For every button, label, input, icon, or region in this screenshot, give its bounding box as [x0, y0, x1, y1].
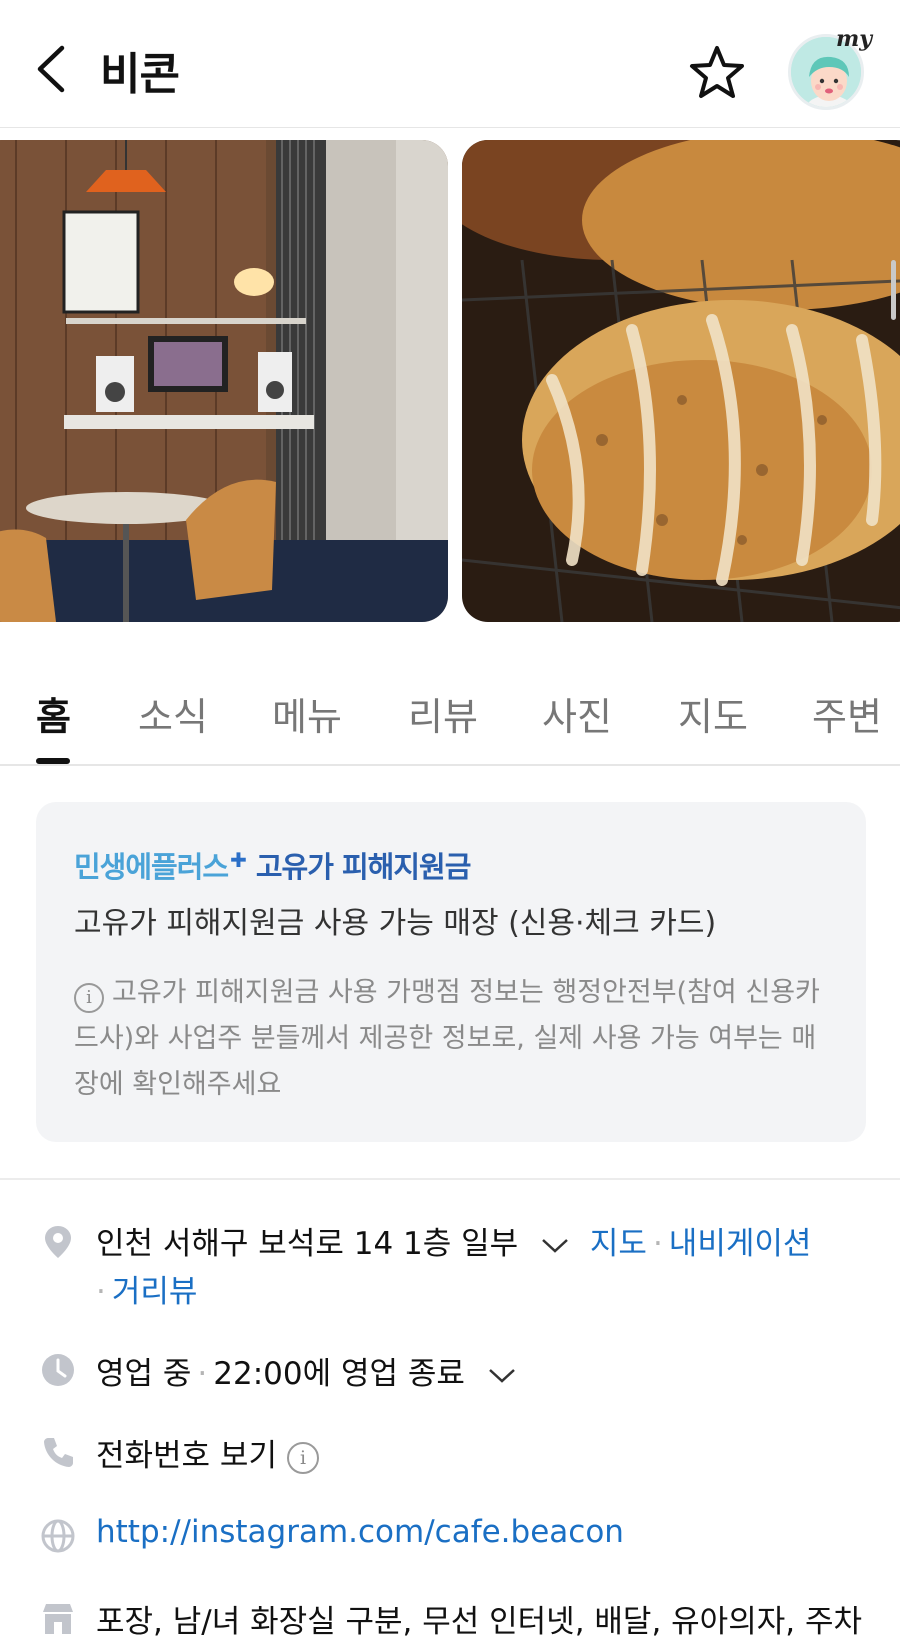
phone-icon: [44, 1438, 73, 1467]
separator-dot: ·: [96, 1274, 106, 1310]
brand-logo: 민생에플러스 ✚ 고유가 피해지원금: [74, 848, 471, 884]
closing-time: 22:00에 영업 종료: [213, 1356, 465, 1392]
chevron-left-icon[interactable]: [30, 42, 74, 96]
profile-avatar-button[interactable]: my: [788, 26, 872, 114]
scrollbar[interactable]: [891, 260, 896, 320]
tab-reviews[interactable]: 리뷰: [408, 686, 478, 741]
amenities-text: 포장, 남/녀 화장실 구분, 무선 인터넷, 배달, 유아의자, 주차: [96, 1604, 862, 1640]
chevron-down-icon[interactable]: [487, 1367, 517, 1385]
clock-icon: [42, 1354, 74, 1386]
page-title: 비콘: [100, 49, 180, 100]
address-text: 인천 서해구 보석로 14 1층 일부: [96, 1226, 519, 1262]
scone-pastry-photo[interactable]: [462, 140, 900, 622]
tab-news[interactable]: 소식: [138, 686, 208, 741]
tab-menu[interactable]: 메뉴: [272, 686, 342, 741]
my-badge: my: [835, 26, 872, 52]
location-pin-icon: [45, 1226, 71, 1258]
open-status: 영업 중: [96, 1356, 192, 1392]
navigation-link[interactable]: 내비게이션: [669, 1226, 812, 1262]
globe-icon: [41, 1519, 75, 1553]
tab-home[interactable]: 홈: [36, 686, 71, 741]
card-subtitle: 고유가 피해지원금 사용 가능 매장 (신용·체크 카드): [74, 906, 717, 941]
tab-bar: 홈 소식 메뉴 리뷰 사진 지도 주변: [0, 660, 900, 766]
top-bar: 비콘 my: [0, 0, 900, 128]
photo-carousel[interactable]: [0, 140, 900, 622]
info-icon[interactable]: i: [286, 1442, 319, 1474]
active-tab-indicator: [36, 758, 70, 764]
info-icon: i: [74, 983, 104, 1013]
support-fund-card[interactable]: 민생에플러스 ✚ 고유가 피해지원금 고유가 피해지원금 사용 가능 매장 (신용·…: [36, 802, 866, 1142]
street-view-link[interactable]: 거리뷰: [112, 1274, 198, 1310]
plus-icon: ✚: [230, 848, 247, 872]
website-link[interactable]: http://instagram.com/cafe.beacon: [96, 1514, 624, 1550]
tab-photos[interactable]: 사진: [542, 686, 612, 741]
map-link[interactable]: 지도: [590, 1226, 647, 1262]
divider: [0, 1178, 900, 1180]
separator-dot: ·: [652, 1226, 663, 1262]
chevron-down-icon[interactable]: [540, 1237, 570, 1255]
tab-nearby[interactable]: 주변: [812, 686, 882, 741]
phone-reveal-link[interactable]: 전화번호 보기: [96, 1438, 277, 1474]
star-icon[interactable]: [688, 44, 746, 102]
store-icon: [43, 1604, 73, 1634]
separator-dot: ·: [197, 1356, 208, 1392]
tab-map[interactable]: 지도: [678, 686, 748, 741]
cafe-interior-photo[interactable]: [0, 140, 448, 622]
card-notice: i 고유가 피해지원금 사용 가맹점 정보는 행정안전부(참여 신용카드사)와 사…: [74, 977, 820, 1100]
